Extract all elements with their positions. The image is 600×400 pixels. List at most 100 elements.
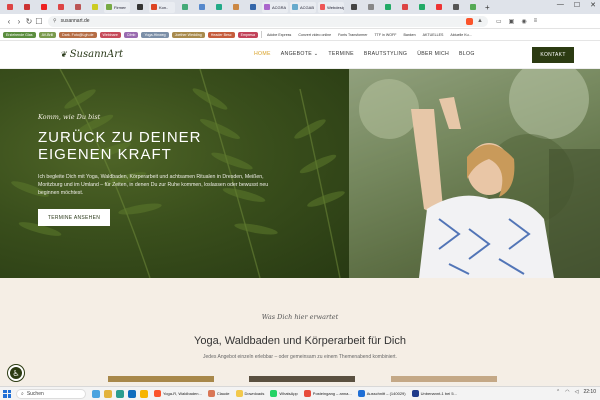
woman-photo-image [349, 69, 600, 278]
volume-icon[interactable]: ◁ [575, 389, 579, 395]
intro-tagline: Was Dich hier erwartet [261, 313, 339, 321]
browser-tab[interactable] [363, 2, 378, 13]
back-icon[interactable]: ‹ [4, 17, 14, 26]
browser-tab[interactable] [53, 2, 68, 13]
bookmark-item[interactable]: Banken [401, 32, 417, 38]
browser-tab[interactable]: ACGAB [290, 1, 316, 13]
nav-termine[interactable]: TERMINE [328, 51, 353, 57]
browser-tab[interactable]: Kon.. [149, 1, 175, 13]
taskbar-app[interactable]: Posteingang – anna... [303, 390, 352, 397]
browser-tab[interactable]: Firmen [104, 1, 130, 13]
new-tab-icon[interactable]: + [485, 3, 490, 12]
bookmark-item[interactable]: AKTUELLES [421, 32, 446, 38]
browser-tab[interactable] [211, 2, 226, 13]
close-icon[interactable]: ✕ [590, 1, 596, 9]
taskbar-search[interactable]: ⌕ Suchen [16, 388, 86, 399]
contact-button[interactable]: KONTAKT [532, 47, 574, 63]
offer-thumbnail-yoga[interactable] [108, 376, 214, 382]
wallet-icon[interactable]: ▣ [509, 18, 515, 25]
site-header: ❦ SusannArt HOME ANGEBOTE ⌄ TERMINE BRAU… [0, 41, 600, 69]
browser-tab[interactable] [70, 2, 85, 13]
reload-icon[interactable]: ↻ [24, 17, 34, 26]
taskbar-app[interactable]: Unbenannt-1 bei 5... [411, 390, 457, 397]
url-text[interactable]: susannart.de [61, 18, 462, 24]
taskbar-app[interactable]: Downloads [235, 390, 264, 397]
forward-icon[interactable]: › [14, 17, 24, 26]
bookmark-item[interactable]: Dark. Foto@Lgh.de [59, 31, 97, 38]
browser-tab[interactable] [397, 2, 412, 13]
browser-tab[interactable] [414, 2, 429, 13]
bookmark-item[interactable]: Convert video online [296, 32, 333, 38]
bookmark-item[interactable]: Joether Wedding [171, 31, 205, 38]
bookmark-item[interactable]: TTF in WOFF [372, 32, 398, 38]
offer-thumbnail-ritual[interactable] [391, 376, 497, 382]
browser-tab[interactable] [87, 2, 102, 13]
pinned-app-icon[interactable] [92, 389, 100, 398]
minimize-icon[interactable]: — [557, 1, 564, 9]
bookmark-item[interactable]: Header Besc [207, 31, 235, 38]
bookmark-item[interactable]: Webinare [99, 31, 121, 38]
nav-home[interactable]: HOME [254, 51, 271, 57]
offer-thumbnail-body[interactable] [249, 376, 355, 382]
logo-text: SusannArt [69, 49, 123, 60]
chevron-up-icon[interactable]: ⌃ [556, 389, 560, 395]
browser-tab[interactable] [245, 2, 260, 13]
appointments-button[interactable]: TERMINE ANSEHEN [38, 209, 110, 226]
bookmark-item[interactable]: Fonts Transformer [336, 32, 369, 38]
offer-thumbnail-spacer [355, 376, 391, 382]
browser-tab[interactable] [36, 2, 51, 13]
windows-start-icon[interactable] [3, 389, 11, 398]
pinned-app-icon[interactable] [128, 389, 136, 398]
menu-icon[interactable]: ≡ [534, 18, 538, 25]
browser-tab[interactable] [19, 2, 34, 13]
clock[interactable]: 22:10 [583, 389, 596, 395]
browser-tab[interactable] [194, 2, 209, 13]
browser-tab[interactable] [448, 2, 463, 13]
pinned-app-icon[interactable] [104, 389, 112, 398]
favicon-icon [367, 4, 374, 10]
browser-tab[interactable] [228, 2, 243, 13]
bookmark-item[interactable]: Empresa [237, 31, 258, 38]
nav-brautstyling[interactable]: BRAUTSTYLING [364, 51, 407, 57]
bookmark-item[interactable]: AV-Brill [38, 31, 57, 38]
bookmark-item[interactable]: Yoga-Hinweg [141, 31, 169, 38]
browser-tab[interactable]: Webdesign [318, 1, 344, 13]
nav-ueber-mich[interactable]: ÜBER MICH [417, 51, 449, 57]
pinned-app-icon[interactable] [116, 389, 124, 398]
hero-title-line2: EIGENEN KRAFT [38, 146, 172, 163]
browser-tab[interactable]: ACGRA [262, 1, 288, 13]
taskbar-app[interactable]: Yoga-R, Waldbaden... [154, 390, 202, 397]
profile-icon[interactable]: ◉ [521, 18, 526, 25]
browser-tab[interactable] [465, 2, 480, 13]
warning-icon[interactable]: ▲ [477, 18, 483, 24]
browser-tab[interactable] [380, 2, 395, 13]
maximize-icon[interactable]: ☐ [574, 1, 580, 9]
taskbar-search-label: Suchen [26, 390, 44, 397]
offer-thumbnail-forest[interactable] [214, 376, 249, 382]
brave-shield-icon[interactable] [466, 17, 474, 25]
bookmark-item[interactable]: Adobe Express [265, 32, 293, 38]
bookmark-icon[interactable]: ☐ [34, 17, 44, 26]
site-logo[interactable]: ❦ SusannArt [60, 49, 123, 60]
bookmark-item[interactable]: Aktuelle Ku... [448, 32, 473, 38]
accessibility-icon[interactable]: ♿ [8, 365, 24, 381]
taskbar-app[interactable]: Ausschnitt – (140029) [357, 390, 406, 397]
nav-angebote[interactable]: ANGEBOTE ⌄ [281, 51, 319, 57]
browser-tab[interactable] [431, 2, 446, 13]
browser-tab[interactable] [177, 2, 192, 13]
sidebar-icon[interactable]: ▭ [496, 18, 502, 25]
taskbar-app[interactable]: Claude [207, 390, 230, 397]
pinned-app-icon[interactable] [140, 389, 148, 398]
browser-tab[interactable] [2, 2, 17, 13]
nav-blog[interactable]: BLOG [459, 51, 475, 57]
browser-tab[interactable] [346, 2, 361, 13]
taskbar-app[interactable]: WhatsApp [270, 390, 298, 397]
taskbar-app-label: Claude [216, 391, 230, 396]
bookmark-item[interactable]: Erziehende Glas [3, 31, 36, 38]
url-field[interactable]: ⚲ susannart.de ▲ [48, 15, 488, 27]
bookmark-item[interactable]: Cfmb [123, 31, 139, 38]
wifi-icon[interactable]: ◠ [565, 389, 569, 395]
favicon-icon [151, 4, 157, 10]
site-info-icon[interactable]: ⚲ [53, 18, 57, 24]
browser-tab[interactable] [132, 2, 147, 13]
